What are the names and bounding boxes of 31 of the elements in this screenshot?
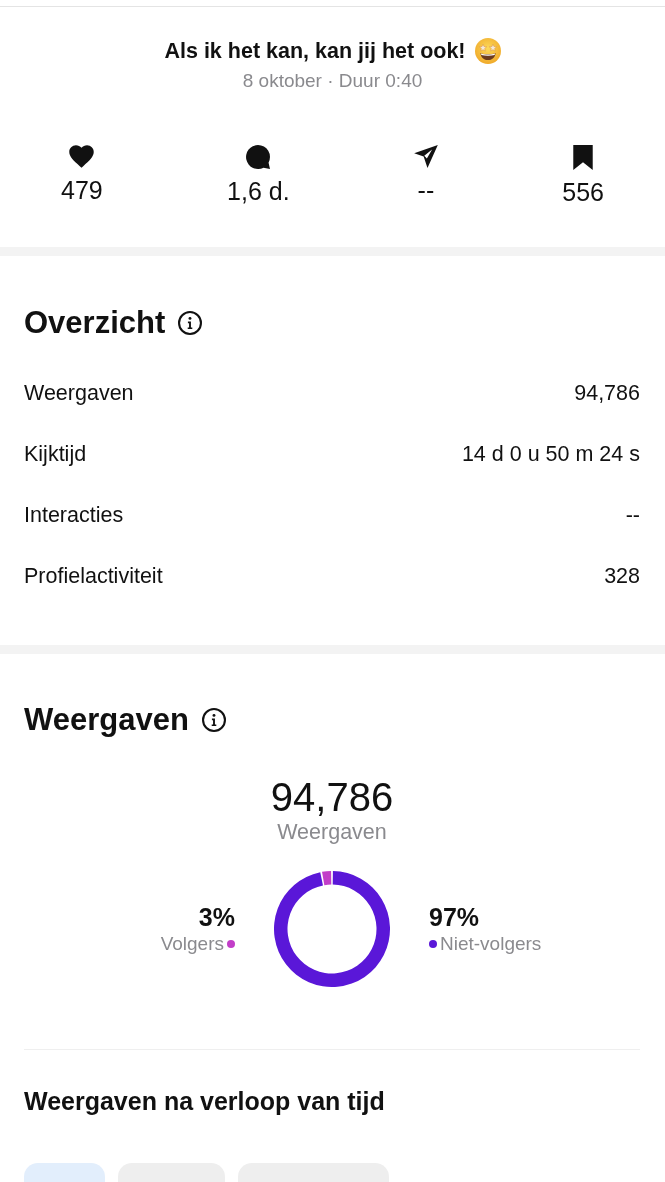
stat-value: 1,6 d. xyxy=(227,177,290,205)
metric-value: 328 xyxy=(604,562,640,589)
heart-icon xyxy=(69,145,95,168)
legend-percent: 97% xyxy=(429,903,480,931)
legend-percent: 3% xyxy=(198,903,235,931)
total-label: Weergaven xyxy=(277,820,387,845)
metric-value: 94,786 xyxy=(574,379,640,406)
post-title: Als ik het kan, kan jij het ook! xyxy=(164,38,466,64)
speech-bubble-icon xyxy=(246,145,271,169)
section-heading: Overzicht xyxy=(24,306,166,340)
bookmark-icon xyxy=(573,145,594,170)
section-heading: Weergaven na verloop van tijd xyxy=(24,1087,386,1115)
info-icon[interactable] xyxy=(201,708,226,732)
legend-label: Volgers xyxy=(160,933,224,955)
legend-label: Niet-volgers xyxy=(440,933,542,955)
post-meta: 8 oktober · Duur 0:40 xyxy=(242,70,423,92)
stat-value: 556 xyxy=(562,178,604,206)
metric-label: Profielactiviteit xyxy=(24,562,163,589)
section-heading: Weergaven xyxy=(24,703,189,737)
metric-label: Kijktijd xyxy=(24,440,87,467)
metric-label: Interacties xyxy=(24,501,124,528)
metric-value: 14 d 0 u 50 m 24 s xyxy=(461,440,640,467)
filter-tab[interactable] xyxy=(24,1163,105,1182)
metric-value: -- xyxy=(625,501,640,528)
stat-value: 479 xyxy=(61,176,103,204)
stat-value: -- xyxy=(417,176,435,204)
total-views: 94,786 xyxy=(270,775,394,819)
star-eyed-face-icon xyxy=(474,38,501,64)
metric-label: Weergaven xyxy=(24,379,134,406)
paper-plane-icon xyxy=(413,145,438,168)
info-icon[interactable] xyxy=(178,311,203,335)
